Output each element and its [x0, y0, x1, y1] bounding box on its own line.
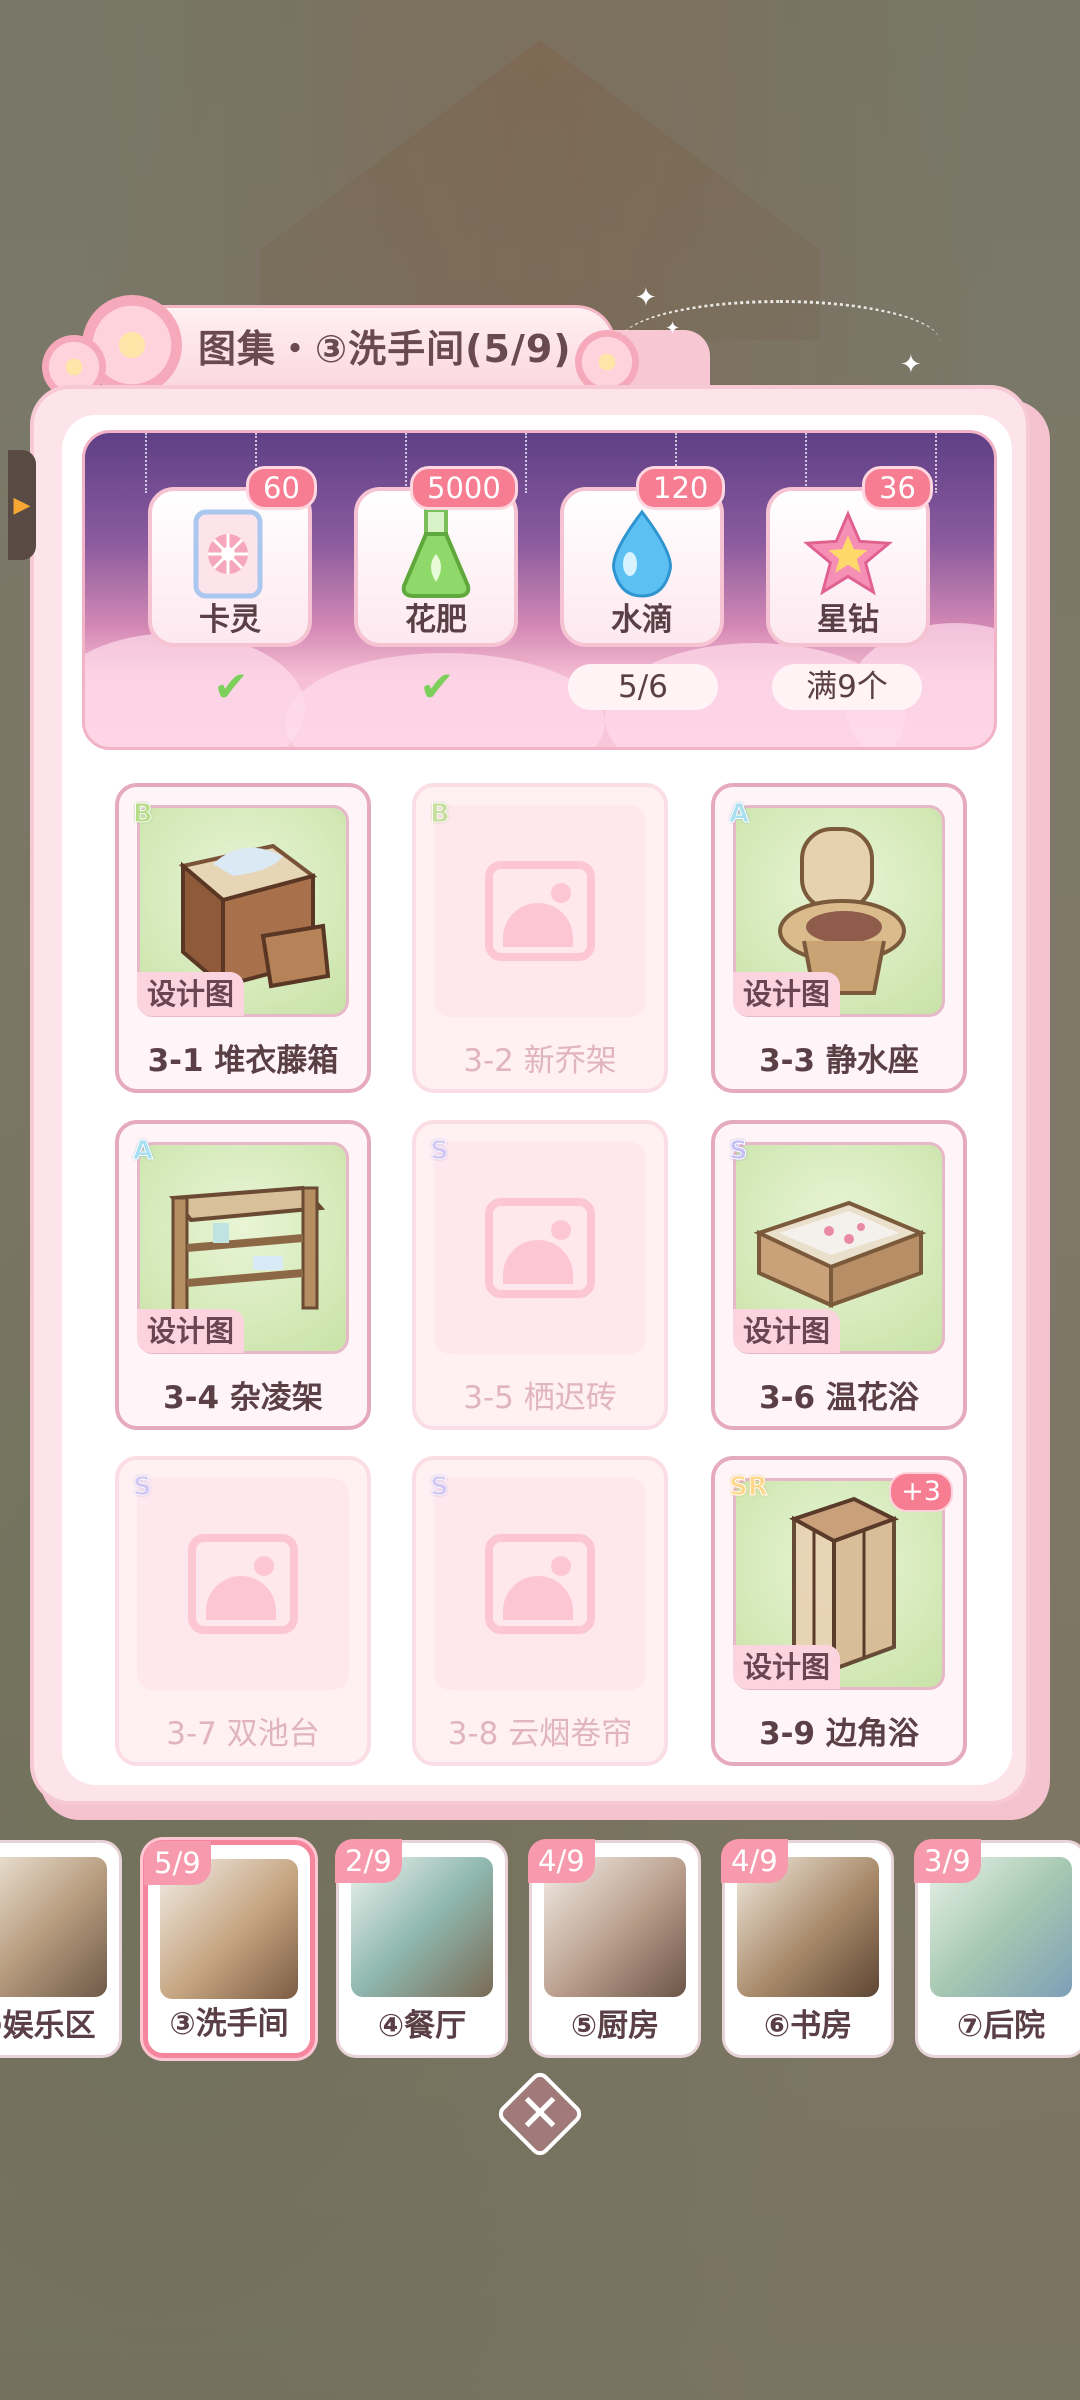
collection-item[interactable]: B 设计图 3-1 堆衣藤箱: [115, 783, 371, 1093]
room-label: ⑦后院: [956, 2008, 1046, 2044]
duplicate-count-badge: +3: [889, 1472, 953, 1512]
item-name: 3-6 温花浴: [759, 1380, 919, 1416]
reward-label: 花肥: [405, 602, 467, 638]
item-image: [434, 1142, 646, 1354]
item-name: 3-3 静水座: [759, 1043, 919, 1079]
water-drop-icon: [597, 509, 687, 599]
hanging-string: [805, 433, 807, 493]
room-tab-active[interactable]: 5/9 ③洗手间: [143, 1840, 315, 2058]
collection-item[interactable]: A 设计图 3-3 静水座: [711, 783, 967, 1093]
star-diamond-icon: [803, 509, 893, 599]
room-label: ②娱乐区: [0, 2008, 96, 2044]
design-tag: 设计图: [733, 972, 841, 1016]
design-tag: 设计图: [733, 1309, 841, 1353]
reward-count-badge: 36: [862, 466, 933, 510]
collection-item[interactable]: A 设计图 3-4 杂凌架: [115, 1120, 371, 1430]
collection-item[interactable]: B 3-2 新乔架: [412, 783, 668, 1093]
room-progress-badge: 3/9: [914, 1839, 981, 1883]
reward-card-shuidi[interactable]: 水滴: [560, 487, 724, 647]
item-name: 3-8 云烟卷帘: [447, 1716, 633, 1752]
reward-count-badge: 60: [246, 466, 317, 510]
room-label: ③洗手间: [169, 2006, 289, 2042]
room-label: ⑤厨房: [570, 2008, 660, 2044]
page-title: 图集・③洗手间(5/9): [198, 327, 572, 371]
image-placeholder-icon: [485, 1198, 595, 1298]
room-progress-badge: 2/9: [335, 1839, 402, 1883]
collection-item[interactable]: S 3-5 栖迟砖: [412, 1120, 668, 1430]
room-progress-badge: 4/9: [528, 1839, 595, 1883]
claimed-check-icon: ✔: [419, 662, 455, 711]
rarity-badge: S: [430, 1136, 450, 1167]
reward-progress: 满9个: [772, 664, 922, 710]
collection-item[interactable]: S 设计图 3-6 温花浴: [711, 1120, 967, 1430]
item-name: 3-7 双池台: [166, 1716, 320, 1752]
reward-progress: 5/6: [568, 664, 718, 710]
room-tab[interactable]: 4/9 ⑤厨房: [528, 1839, 701, 2058]
hanging-string: [405, 433, 407, 493]
room-label: ④餐厅: [377, 2008, 467, 2044]
sparkle-icon: ✦: [900, 350, 922, 380]
rarity-badge: SR: [729, 1472, 769, 1503]
reward-card-xingzuan[interactable]: 星钻: [766, 487, 930, 647]
item-name: 3-2 新乔架: [463, 1043, 617, 1079]
collection-item[interactable]: S 3-8 云烟卷帘: [412, 1456, 668, 1766]
claimed-check-icon: ✔: [213, 662, 249, 711]
laundry-basket-icon: [178, 843, 331, 991]
reward-count-badge: 120: [636, 466, 726, 510]
reward-card-kaling[interactable]: 卡灵: [148, 487, 312, 647]
cloud-decoration: [85, 633, 305, 747]
item-name: 3-9 边角浴: [759, 1716, 919, 1752]
sparkle-icon: ✦: [665, 318, 681, 339]
shelf-icon: [169, 1185, 326, 1320]
reward-card-huafei[interactable]: 花肥: [354, 487, 518, 647]
item-image: [434, 805, 646, 1017]
item-name: 3-1 堆衣藤箱: [147, 1043, 339, 1079]
item-image: [434, 1478, 646, 1690]
room-tab[interactable]: 9 ②娱乐区: [0, 1840, 122, 2058]
design-tag: 设计图: [733, 1645, 841, 1689]
card-icon: [185, 509, 275, 599]
image-placeholder-icon: [188, 1534, 298, 1634]
side-expand-arrow-icon[interactable]: ▶: [8, 450, 36, 560]
rarity-badge: S: [729, 1136, 749, 1167]
item-image: [137, 1478, 349, 1690]
hanging-string: [935, 433, 937, 493]
rarity-badge: A: [728, 799, 750, 830]
sparkle-icon: ✦: [635, 283, 657, 313]
room-tab[interactable]: 4/9 ⑥书房: [721, 1839, 894, 2058]
collection-item[interactable]: S 3-7 双池台: [115, 1456, 371, 1766]
room-tab[interactable]: 2/9 ④餐厅: [335, 1839, 508, 2058]
item-name: 3-4 杂凌架: [163, 1380, 323, 1416]
room-progress-badge: 5/9: [144, 1841, 211, 1885]
image-placeholder-icon: [485, 1534, 595, 1634]
reward-count-badge: 5000: [410, 466, 518, 510]
collection-item[interactable]: SR +3 设计图 3-9 边角浴: [711, 1456, 967, 1766]
rarity-badge: S: [430, 1472, 450, 1503]
room-progress-badge: 4/9: [721, 1839, 788, 1883]
hanging-string: [145, 433, 147, 493]
string-lights-decoration: [620, 300, 940, 383]
reward-label: 水滴: [611, 602, 673, 638]
room-label: ⑥书房: [763, 2008, 853, 2044]
design-tag: 设计图: [137, 1309, 245, 1353]
fertilizer-flask-icon: [391, 508, 481, 599]
design-tag: 设计图: [137, 972, 245, 1016]
bathtub-icon: [753, 1200, 927, 1309]
rarity-badge: B: [430, 799, 451, 830]
reward-label: 星钻: [817, 602, 879, 638]
room-tab[interactable]: 3/9 ⑦后院: [914, 1839, 1080, 2058]
item-name: 3-5 栖迟砖: [463, 1380, 617, 1416]
rarity-badge: S: [133, 1472, 153, 1503]
reward-label: 卡灵: [199, 602, 261, 638]
rarity-badge: B: [133, 799, 154, 830]
rarity-badge: A: [132, 1136, 154, 1167]
close-icon[interactable]: ✕: [508, 2080, 572, 2148]
hanging-string: [525, 433, 527, 493]
room-thumbnail: [0, 1857, 107, 1997]
image-placeholder-icon: [485, 861, 595, 961]
